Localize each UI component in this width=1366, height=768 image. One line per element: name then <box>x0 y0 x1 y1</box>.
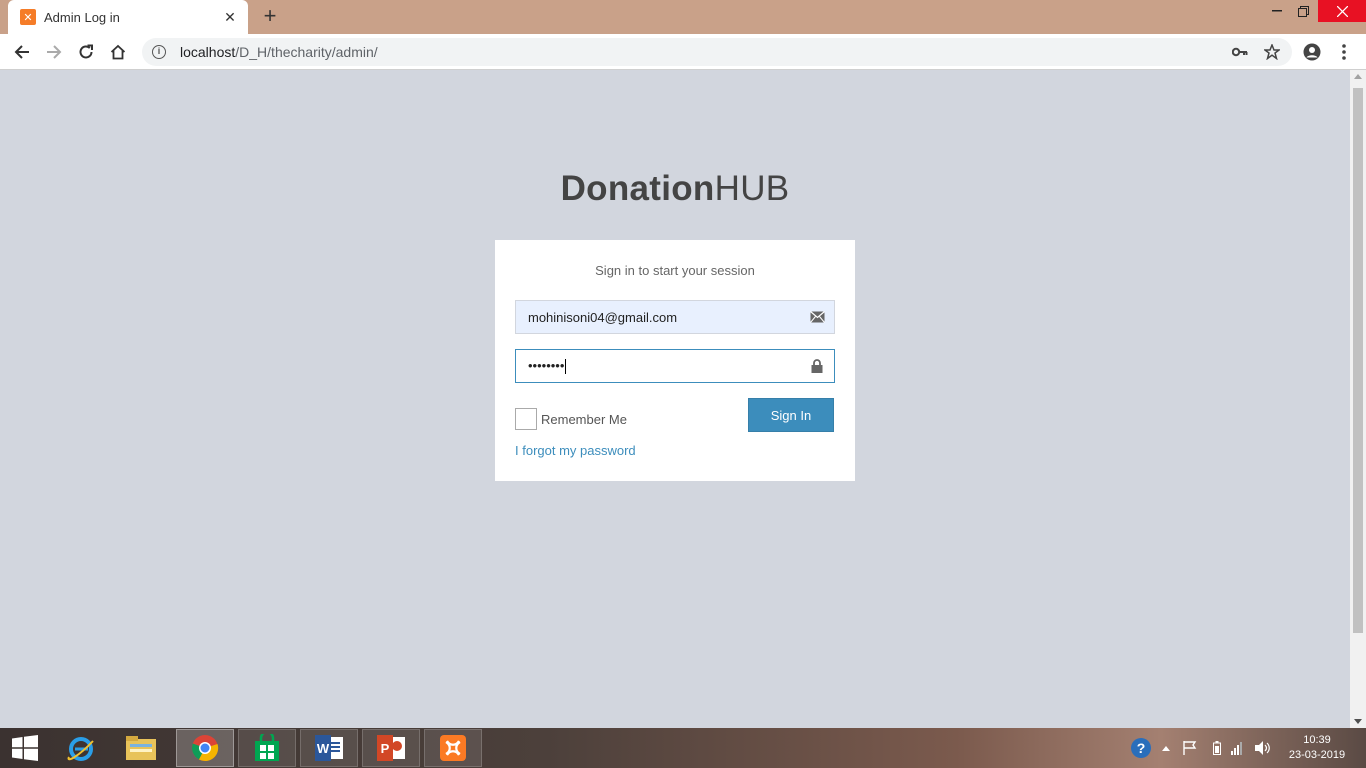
browser-titlebar: ✕ Admin Log in ✕ + <box>0 0 1366 34</box>
svg-text:W: W <box>317 741 330 756</box>
volume-button[interactable] <box>1252 728 1274 768</box>
url-path: /D_H/thecharity/admin/ <box>235 44 378 60</box>
login-box-message: Sign in to start your session <box>595 263 755 278</box>
taskbar-powerpoint[interactable]: P <box>362 729 420 767</box>
password-field[interactable]: •••••••• <box>515 349 835 383</box>
windows-taskbar: W P ? 10:39 23-03-2019 <box>0 728 1366 768</box>
scrollbar-thumb[interactable] <box>1353 88 1363 633</box>
brand-logo[interactable]: DonationHUB <box>0 169 1350 209</box>
xampp-icon <box>440 735 466 761</box>
store-bag-icon <box>255 734 279 761</box>
remember-me[interactable]: Remember Me <box>515 408 627 430</box>
vertical-scrollbar[interactable] <box>1350 70 1366 728</box>
password-key-button[interactable] <box>1228 40 1252 64</box>
star-icon <box>1264 44 1280 60</box>
window-close-button[interactable] <box>1318 0 1366 22</box>
brand-bold: Donation <box>560 169 715 208</box>
chrome-icon <box>192 735 219 762</box>
account-circle-icon <box>1303 43 1321 61</box>
clock-date: 23-03-2019 <box>1288 749 1346 761</box>
battery-button[interactable] <box>1208 728 1226 768</box>
home-button[interactable] <box>106 40 130 64</box>
network-button[interactable] <box>1228 728 1248 768</box>
taskbar-windows-store[interactable] <box>238 729 296 767</box>
svg-text:P: P <box>381 741 390 756</box>
profile-button[interactable] <box>1300 40 1324 64</box>
password-input[interactable]: •••••••• <box>516 357 800 375</box>
reload-icon <box>79 44 93 59</box>
clock-time: 10:39 <box>1303 734 1331 746</box>
forward-arrow-icon <box>47 45 62 59</box>
chrome-menu-button[interactable] <box>1332 40 1356 64</box>
chevron-up-icon <box>1162 745 1170 751</box>
help-tray-button[interactable]: ? <box>1128 728 1154 768</box>
taskbar-xampp[interactable] <box>424 729 482 767</box>
address-bar[interactable]: i localhost/D_H/thecharity/admin/ <box>142 38 1292 66</box>
browser-toolbar: i localhost/D_H/thecharity/admin/ <box>0 34 1366 70</box>
remember-me-checkbox[interactable] <box>515 408 537 430</box>
new-tab-button[interactable]: + <box>258 5 282 29</box>
remember-me-label[interactable]: Remember Me <box>541 412 627 427</box>
page-viewport: DonationHUB Sign in to start your sessio… <box>0 70 1350 728</box>
browser-tab-admin-login[interactable]: ✕ Admin Log in ✕ <box>8 0 248 34</box>
email-field[interactable]: mohinisoni04@gmail.com <box>515 300 835 334</box>
sign-in-button[interactable]: Sign In <box>748 398 834 432</box>
password-masked-value: •••••••• <box>528 357 565 373</box>
internet-explorer-icon <box>67 737 94 761</box>
help-icon: ? <box>1131 738 1151 758</box>
tab-title: Admin Log in <box>44 9 120 25</box>
back-button[interactable] <box>10 40 34 64</box>
restore-icon <box>1297 5 1309 17</box>
word-icon: W <box>315 735 343 761</box>
info-icon[interactable]: i <box>152 45 166 59</box>
action-center-button[interactable] <box>1180 728 1200 768</box>
tab-close-icon[interactable]: ✕ <box>222 9 238 26</box>
forgot-password-link[interactable]: I forgot my password <box>515 443 636 458</box>
taskbar-clock[interactable]: 10:39 23-03-2019 <box>1286 733 1348 763</box>
powerpoint-icon: P <box>377 735 405 761</box>
back-arrow-icon <box>14 45 29 59</box>
reload-button[interactable] <box>74 40 98 64</box>
key-icon <box>1232 47 1248 57</box>
more-vertical-icon <box>1342 44 1346 60</box>
taskbar-chrome[interactable] <box>176 729 234 767</box>
speaker-icon <box>1255 741 1270 755</box>
taskbar-word[interactable]: W <box>300 729 358 767</box>
svg-text:?: ? <box>1137 740 1146 756</box>
scroll-down-arrow-icon[interactable] <box>1354 719 1362 724</box>
home-icon <box>110 44 126 60</box>
text-caret <box>565 359 567 375</box>
envelope-icon <box>800 311 834 323</box>
close-icon <box>1336 5 1348 17</box>
email-input[interactable]: mohinisoni04@gmail.com <box>516 310 800 325</box>
lock-icon <box>800 359 834 373</box>
folder-icon <box>126 736 156 760</box>
network-signal-icon <box>1231 742 1242 755</box>
taskbar-internet-explorer[interactable] <box>52 729 110 767</box>
start-button[interactable] <box>0 729 50 767</box>
address-url: localhost/D_H/thecharity/admin/ <box>180 44 378 60</box>
taskbar-file-explorer[interactable] <box>112 729 170 767</box>
battery-icon <box>1213 741 1221 755</box>
login-box: Sign in to start your session mohinisoni… <box>495 240 855 481</box>
minimize-icon <box>1272 10 1282 12</box>
window-restore-button[interactable] <box>1288 0 1318 22</box>
scroll-up-arrow-icon[interactable] <box>1354 74 1362 79</box>
forward-button[interactable] <box>42 40 66 64</box>
flag-icon <box>1183 741 1197 755</box>
windows-logo-icon <box>12 735 38 761</box>
xampp-favicon-icon: ✕ <box>20 9 36 25</box>
url-host: localhost <box>180 44 236 60</box>
show-hidden-icons-button[interactable] <box>1158 728 1174 768</box>
brand-light: HUB <box>714 169 790 208</box>
bookmark-star-button[interactable] <box>1260 40 1284 64</box>
